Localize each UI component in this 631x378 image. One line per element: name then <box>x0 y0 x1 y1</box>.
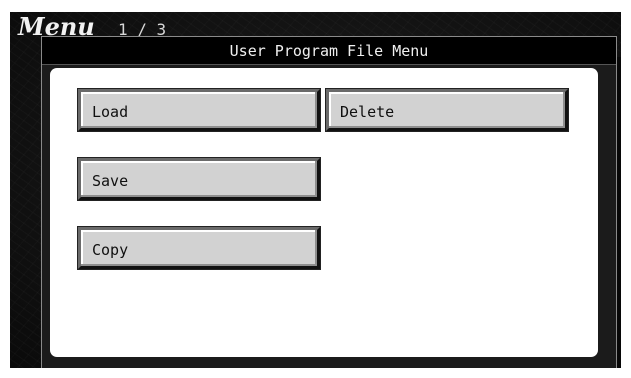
save-button-label: Save <box>92 172 129 190</box>
dialog-title: User Program File Menu <box>229 42 429 60</box>
dialog-body: Load Delete Save Copy <box>50 68 598 357</box>
copy-button[interactable]: Copy <box>78 227 320 269</box>
save-button[interactable]: Save <box>78 158 320 200</box>
display-panel: Menu 1 / 3 User Program File Menu Load D… <box>10 12 621 368</box>
load-button-label: Load <box>92 103 129 121</box>
delete-button[interactable]: Delete <box>326 89 568 131</box>
screen: Menu 1 / 3 User Program File Menu Load D… <box>0 0 631 378</box>
delete-button-label: Delete <box>340 103 395 121</box>
file-menu-dialog: User Program File Menu Load Delete Save … <box>41 36 617 368</box>
copy-button-label: Copy <box>92 241 129 259</box>
dialog-titlebar: User Program File Menu <box>42 37 616 65</box>
load-button[interactable]: Load <box>78 89 320 131</box>
